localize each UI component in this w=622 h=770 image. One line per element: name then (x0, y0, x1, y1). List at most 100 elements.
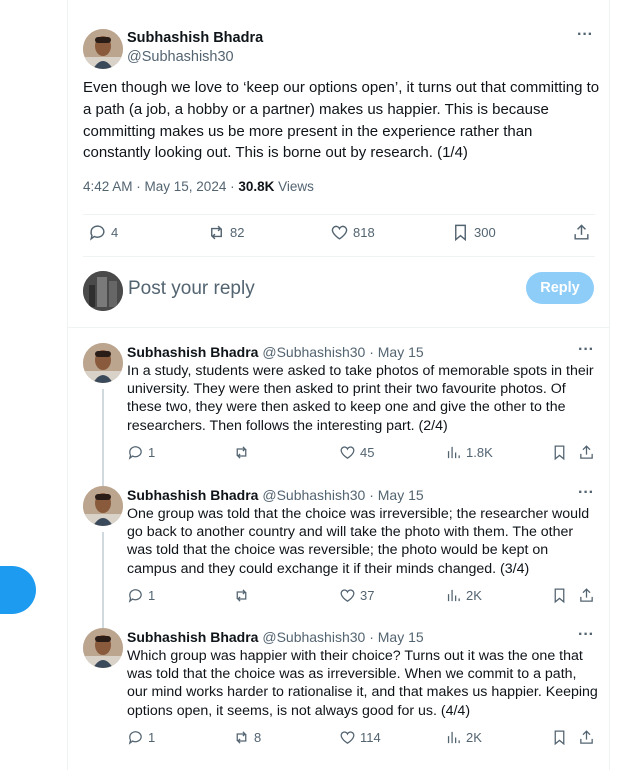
tweet-actions: 4 82 818 300 (68, 219, 609, 249)
reply-actions: 1 45 1.8K (68, 444, 609, 474)
reply-icon (89, 225, 105, 241)
reply-text: In a study, students were asked to take … (127, 363, 594, 434)
tweet-text: Even though we love to ‘keep our options… (83, 79, 600, 162)
author-handle[interactable]: @Subhashish30 (127, 49, 234, 65)
like-action[interactable]: 114 (339, 729, 381, 746)
reply-button[interactable]: Reply (526, 272, 594, 304)
views-action[interactable]: 2K (445, 587, 482, 604)
reply-action[interactable]: 1 (127, 587, 155, 604)
author-avatar[interactable] (83, 29, 123, 69)
repost-count: 8 (254, 730, 262, 745)
author-handle-date[interactable]: @Subhashish30 · May 15 (258, 344, 423, 360)
repost-icon (236, 589, 247, 602)
analytics-icon (447, 731, 460, 744)
share-icon (580, 445, 593, 459)
reply-composer: Post your reply Reply (68, 258, 609, 328)
reply-action[interactable]: 1 (127, 444, 155, 461)
thread-reply[interactable]: Subhashish Bhadra @Subhashish30 · May 15… (68, 616, 609, 766)
repost-action[interactable] (233, 587, 254, 604)
user-avatar (83, 271, 123, 311)
repost-action[interactable] (233, 444, 254, 461)
tweet-timestamp[interactable]: 4:42 AM · May 15, 2024 · (83, 179, 238, 194)
reply-icon (128, 589, 142, 603)
reply-header: Subhashish Bhadra @Subhashish30 · May 15 (127, 487, 424, 503)
bookmark-icon (554, 730, 565, 746)
thread-reply[interactable]: Subhashish Bhadra @Subhashish30 · May 15… (68, 331, 609, 489)
reply-header: Subhashish Bhadra @Subhashish30 · May 15 (127, 344, 424, 360)
repost-action[interactable]: 82 (207, 223, 244, 242)
author-avatar[interactable] (83, 486, 123, 526)
bookmark-action[interactable] (551, 444, 568, 461)
share-action[interactable] (578, 444, 595, 461)
bookmark-icon (554, 445, 565, 461)
author-name[interactable]: Subhashish Bhadra (127, 629, 258, 645)
views-count: 30.8K (238, 179, 275, 194)
reply-header: Subhashish Bhadra @Subhashish30 · May 15 (127, 629, 424, 645)
reply-icon (128, 731, 142, 745)
author-name[interactable]: Subhashish Bhadra (127, 30, 263, 46)
reply-action[interactable]: 1 (127, 729, 155, 746)
views-label: Views (274, 179, 314, 194)
analytics-icon (447, 446, 460, 459)
bookmark-action[interactable] (551, 587, 568, 604)
analytics-icon (447, 589, 460, 602)
reply-text: Which group was happier with their choic… (127, 648, 598, 719)
author-handle-date[interactable]: @Subhashish30 · May 15 (258, 629, 423, 645)
more-dots-icon[interactable]: ··· (575, 27, 595, 49)
reply-icon (128, 446, 142, 460)
like-count: 45 (360, 445, 375, 460)
like-action[interactable]: 37 (339, 587, 374, 604)
reply-action[interactable]: 4 (88, 223, 118, 242)
author-avatar[interactable] (83, 343, 123, 383)
more-dots-icon[interactable]: ··· (576, 485, 596, 507)
compose-fab-button[interactable] (0, 566, 36, 614)
reply-text: One group was told that the choice was i… (127, 506, 590, 577)
author-name[interactable]: Subhashish Bhadra (127, 487, 258, 503)
share-action[interactable] (572, 223, 591, 242)
more-dots-icon[interactable]: ··· (576, 627, 596, 649)
reply-actions: 1 37 2K (68, 587, 609, 617)
repost-action[interactable]: 8 (233, 729, 261, 746)
reply-count: 1 (148, 730, 156, 745)
share-action[interactable] (578, 587, 595, 604)
like-count: 818 (353, 225, 375, 240)
reply-count: 1 (148, 588, 156, 603)
tweet-meta: 4:42 AM · May 15, 2024 · 30.8K Views (83, 179, 314, 194)
reply-count: 1 (148, 445, 156, 460)
like-count: 114 (360, 730, 381, 745)
repost-count: 82 (230, 225, 245, 240)
views-count: 2K (466, 730, 482, 745)
repost-icon (211, 225, 222, 240)
bookmark-count: 300 (474, 225, 496, 240)
reply-actions: 1 8 114 2K (68, 729, 609, 759)
thread-reply[interactable]: Subhashish Bhadra @Subhashish30 · May 15… (68, 474, 609, 632)
bookmark-action[interactable]: 300 (451, 223, 496, 242)
views-action[interactable]: 1.8K (445, 444, 493, 461)
heart-icon (331, 225, 348, 240)
reply-count: 4 (111, 225, 119, 240)
share-icon (580, 730, 593, 744)
bookmark-icon (455, 224, 466, 242)
author-name[interactable]: Subhashish Bhadra (127, 344, 258, 360)
bookmark-icon (554, 588, 565, 604)
like-count: 37 (360, 588, 375, 603)
heart-icon (340, 731, 355, 744)
views-action[interactable]: 2K (445, 729, 482, 746)
more-dots-icon[interactable]: ··· (576, 342, 596, 364)
timeline-column: Subhashish Bhadra @Subhashish30 ··· Even… (67, 0, 610, 770)
heart-icon (340, 446, 355, 459)
like-action[interactable]: 818 (330, 223, 375, 242)
repost-icon (236, 446, 247, 459)
share-icon (574, 224, 589, 240)
divider (83, 256, 595, 257)
bookmark-action[interactable] (551, 729, 568, 746)
like-action[interactable]: 45 (339, 444, 374, 461)
author-handle-date[interactable]: @Subhashish30 · May 15 (258, 487, 423, 503)
share-action[interactable] (578, 729, 595, 746)
share-icon (580, 588, 593, 602)
heart-icon (340, 589, 355, 602)
author-avatar[interactable] (83, 628, 123, 668)
divider (83, 214, 595, 215)
repost-icon (236, 731, 247, 744)
reply-input[interactable]: Post your reply (128, 278, 255, 300)
